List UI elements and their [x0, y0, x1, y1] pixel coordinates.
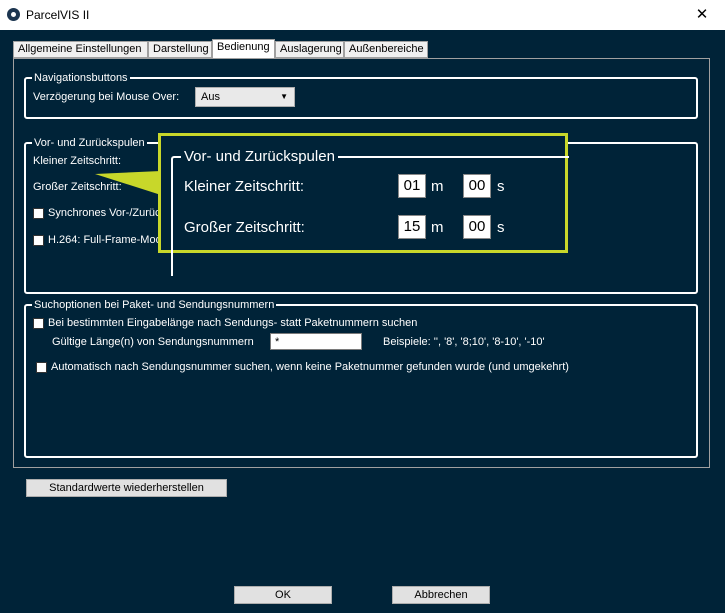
sync-rewind-checkbox[interactable]	[33, 208, 44, 219]
small-step-seconds-unit: s	[497, 178, 505, 195]
h264-fullframe-checkbox[interactable]	[33, 235, 44, 246]
small-step-seconds-input[interactable]: 00	[463, 174, 491, 198]
tab-darstellung[interactable]: Darstellung	[148, 41, 212, 58]
tab-bedienung[interactable]: Bedienung	[212, 39, 275, 59]
title-bar: ParcelVIS II ✕	[0, 0, 725, 30]
zoom-large-step-label: Großer Zeitschritt:	[184, 219, 305, 236]
chevron-down-icon: ▼	[280, 92, 288, 101]
app-icon	[7, 8, 20, 21]
search-options-group-title: Suchoptionen bei Paket- und Sendungsnumm…	[32, 298, 277, 312]
close-icon[interactable]: ✕	[687, 5, 717, 25]
tab-allgemeine-einstellungen[interactable]: Allgemeine Einstellungen	[13, 41, 148, 58]
tab-aussenbereiche[interactable]: Außenbereiche	[344, 41, 428, 58]
examples-label: Beispiele: '', '8', '8;10', '8-10', '-10…	[383, 336, 545, 348]
mouse-over-delay-label: Verzögerung bei Mouse Over:	[33, 91, 180, 103]
mouse-over-delay-value: Aus	[201, 91, 220, 103]
restore-defaults-button[interactable]: Standardwerte wiederherstellen	[26, 479, 227, 497]
valid-length-label: Gültige Länge(n) von Sendungsnummern	[52, 336, 254, 348]
ok-button[interactable]: OK	[234, 586, 332, 604]
zoom-small-step-label: Kleiner Zeitschritt:	[184, 178, 305, 195]
large-step-seconds-input[interactable]: 00	[463, 215, 491, 239]
zoom-callout: Vor- und Zurückspulen Kleiner Zeitschrit…	[158, 133, 569, 276]
valid-length-input[interactable]: *	[270, 333, 362, 350]
sync-rewind-label: Synchrones Vor-/Zurüc	[48, 207, 161, 219]
small-step-minutes-input[interactable]: 01	[398, 174, 426, 198]
large-step-minutes-unit: m	[431, 219, 444, 236]
navigation-group-title: Navigationsbuttons	[32, 71, 130, 85]
cancel-button[interactable]: Abbrechen	[392, 586, 490, 604]
h264-fullframe-label: H.264: Full-Frame-Mod	[48, 234, 162, 246]
small-step-minutes-unit: m	[431, 178, 444, 195]
mouse-over-delay-select[interactable]: Aus ▼	[195, 87, 295, 107]
small-step-label: Kleiner Zeitschritt:	[33, 155, 122, 167]
zoom-group-title: Vor- und Zurückspulen	[181, 148, 338, 165]
large-step-minutes-input[interactable]: 15	[398, 215, 426, 239]
auto-search-label: Automatisch nach Sendungsnummer suchen, …	[51, 361, 569, 373]
length-search-checkbox[interactable]	[33, 318, 44, 329]
window-title: ParcelVIS II	[26, 8, 90, 22]
callout-pointer	[95, 171, 161, 195]
zoom-group-border	[171, 156, 569, 276]
tab-auslagerung[interactable]: Auslagerung	[275, 41, 344, 58]
length-search-label: Bei bestimmten Eingabelänge nach Sendung…	[48, 317, 418, 329]
large-step-seconds-unit: s	[497, 219, 505, 236]
auto-search-checkbox[interactable]	[36, 362, 47, 373]
rewind-group-title: Vor- und Zurückspulen	[32, 136, 147, 150]
